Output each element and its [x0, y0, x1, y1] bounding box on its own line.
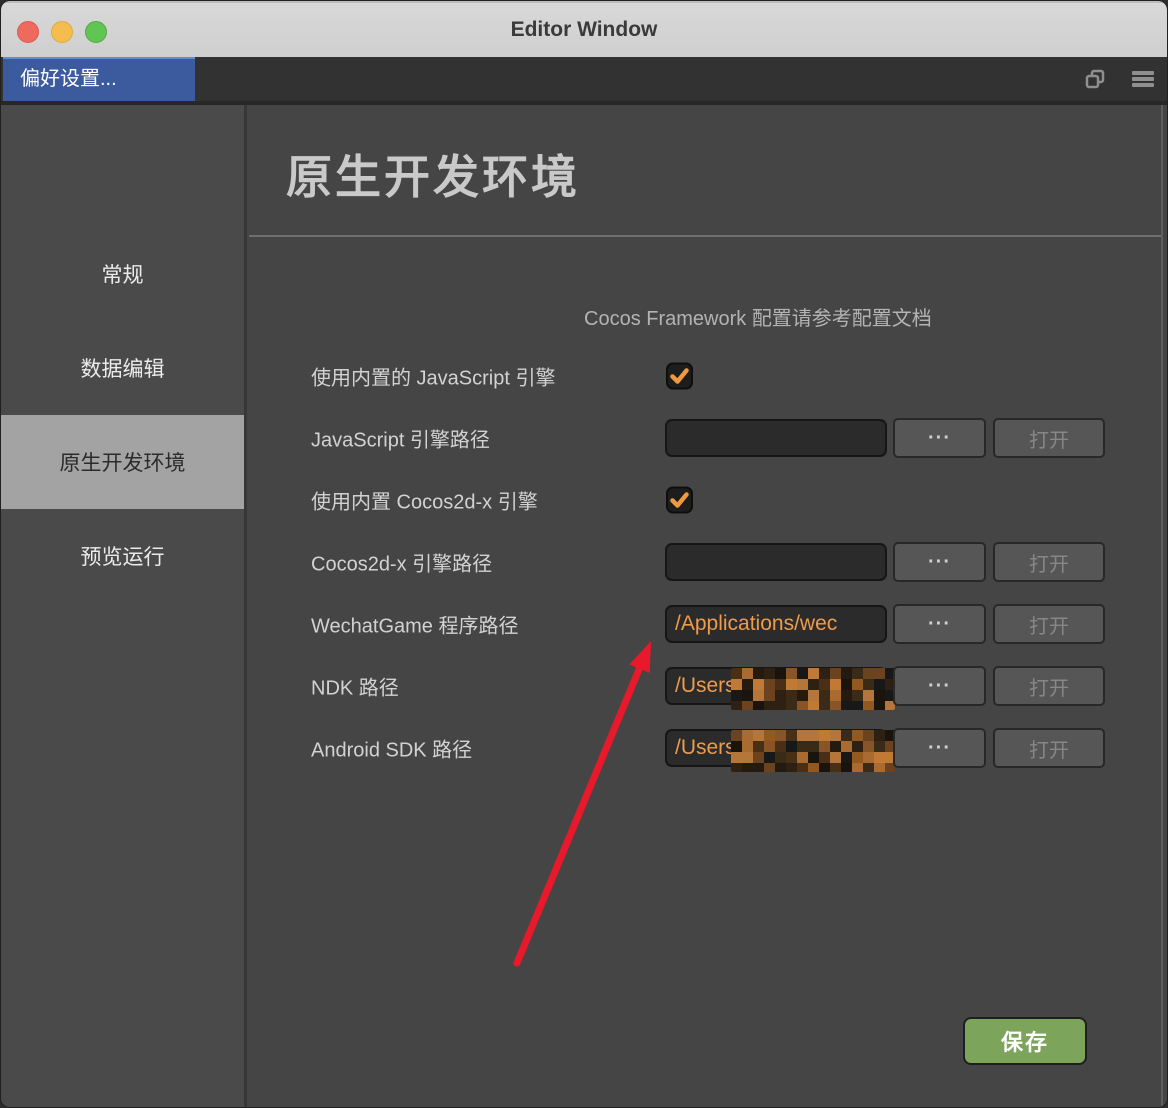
row-use-builtin-js-engine: 使用内置的 JavaScript 引擎	[247, 345, 1161, 407]
row-label: WechatGame 程序路径	[311, 610, 518, 639]
sidebar: 常规 数据编辑 原生开发环境 预览运行	[1, 105, 244, 1108]
row-ndk-path: NDK 路径 ··· 打开	[247, 655, 1161, 717]
ndk-path-input[interactable]	[665, 667, 887, 705]
row-wechatgame-path: WechatGame 程序路径 ··· 打开	[247, 593, 1161, 655]
use-builtin-js-engine-checkbox[interactable]	[666, 363, 693, 390]
minimize-button[interactable]	[51, 21, 73, 43]
wechatgame-browse-button[interactable]: ···	[893, 604, 986, 644]
check-icon	[668, 365, 691, 388]
android-sdk-open-button[interactable]: 打开	[993, 728, 1105, 768]
wechatgame-open-button[interactable]: 打开	[993, 604, 1105, 644]
ndk-browse-button[interactable]: ···	[893, 666, 986, 706]
row-label: 使用内置的 JavaScript 引擎	[311, 362, 555, 391]
js-engine-path-input[interactable]	[665, 419, 887, 457]
sidebar-item-data-editing[interactable]: 数据编辑	[1, 321, 244, 415]
sidebar-item-preview-run[interactable]: 预览运行	[1, 509, 244, 603]
window-title: Editor Window	[511, 18, 658, 42]
zoom-button[interactable]	[85, 21, 107, 43]
row-use-builtin-cocos2dx: 使用内置 Cocos2d-x 引擎	[247, 469, 1161, 531]
sidebar-item-general[interactable]: 常规	[1, 227, 244, 321]
main-panel: 原生开发环境 Cocos Framework 配置请参考配置文档 使用内置的 J…	[247, 105, 1168, 1108]
cocos2dx-open-button[interactable]: 打开	[993, 542, 1105, 582]
framework-config-note: Cocos Framework 配置请参考配置文档	[584, 302, 932, 331]
cocos2dx-browse-button[interactable]: ···	[893, 542, 986, 582]
save-button[interactable]: 保存	[963, 1017, 1087, 1065]
row-cocos2dx-engine-path: Cocos2d-x 引擎路径 ··· 打开	[247, 531, 1161, 593]
android-sdk-browse-button[interactable]: ···	[893, 728, 986, 768]
row-label: Cocos2d-x 引擎路径	[311, 548, 492, 577]
row-label: 使用内置 Cocos2d-x 引擎	[311, 486, 538, 515]
wechatgame-path-input[interactable]	[665, 605, 887, 643]
js-engine-browse-button[interactable]: ···	[893, 418, 986, 458]
sidebar-item-native-dev[interactable]: 原生开发环境	[1, 415, 244, 509]
cocos2dx-engine-path-input[interactable]	[665, 543, 887, 581]
menu-icon[interactable]	[1131, 67, 1155, 91]
titlebar: Editor Window	[1, 1, 1167, 57]
row-js-engine-path: JavaScript 引擎路径 ··· 打开	[247, 407, 1161, 469]
ndk-open-button[interactable]: 打开	[993, 666, 1105, 706]
row-label: JavaScript 引擎路径	[311, 424, 490, 453]
row-label: Android SDK 路径	[311, 734, 472, 763]
row-android-sdk-path: Android SDK 路径 ··· 打开	[247, 717, 1161, 779]
close-button[interactable]	[17, 21, 39, 43]
traffic-lights	[17, 21, 107, 43]
title-divider	[249, 235, 1161, 237]
js-engine-open-button[interactable]: 打开	[993, 418, 1105, 458]
float-window-icon[interactable]	[1083, 67, 1107, 91]
use-builtin-cocos2dx-checkbox[interactable]	[666, 487, 693, 514]
page-title: 原生开发环境	[286, 141, 580, 207]
android-sdk-path-input[interactable]	[665, 729, 887, 767]
editor-window: Editor Window 偏好设置... 常规 数据编辑 原生开发环境 预览运…	[0, 0, 1168, 1108]
check-icon	[668, 489, 691, 512]
row-label: NDK 路径	[311, 672, 399, 701]
scrollbar-gutter[interactable]	[1161, 105, 1163, 1108]
tabbar: 偏好设置...	[1, 57, 1167, 101]
tab-preferences[interactable]: 偏好设置...	[3, 57, 195, 101]
